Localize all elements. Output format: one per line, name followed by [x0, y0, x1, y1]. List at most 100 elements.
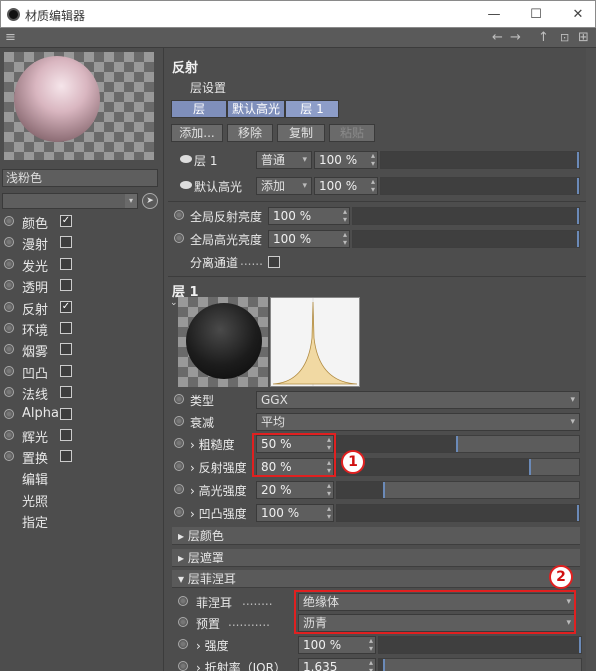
spinner-icon[interactable]: ▴ ▾ [343, 208, 347, 224]
strength-slider[interactable] [378, 636, 582, 654]
spinner-icon[interactable]: ▴ ▾ [369, 659, 373, 671]
channel-checkbox[interactable] [60, 386, 72, 398]
animate-dot-icon[interactable] [174, 233, 184, 243]
maximize-button[interactable]: ☐ [521, 5, 551, 25]
type-select[interactable]: GGX ▾ [256, 391, 580, 409]
layer-opacity-field[interactable]: 100 % ▴ ▾ [314, 177, 378, 195]
channel-item[interactable]: 颜色 ✓ [0, 212, 162, 232]
spinner-icon[interactable]: ▴ ▾ [327, 505, 331, 521]
hamburger-icon[interactable]: ≡ [5, 30, 16, 46]
channel-item[interactable]: 烟雾 [0, 340, 162, 360]
material-preview[interactable] [4, 52, 154, 160]
animate-dot-icon[interactable] [178, 596, 188, 606]
channel-item[interactable]: 置换 [0, 447, 162, 467]
forward-arrow-icon[interactable]: → [510, 30, 521, 46]
roughness-slider[interactable] [336, 435, 580, 453]
global-spec-slider[interactable] [352, 230, 580, 248]
chevron-down-icon[interactable]: ⌄ [170, 298, 178, 308]
material-name-field[interactable]: 浅粉色 [2, 169, 158, 187]
strength-value: 100 % [303, 638, 342, 652]
channel-checkbox[interactable] [60, 408, 72, 420]
copy-button[interactable]: 复制 [277, 124, 325, 142]
channel-checkbox[interactable]: ✓ [60, 301, 72, 313]
ior-field[interactable]: 1.635 ▴ ▾ [298, 658, 376, 671]
up-arrow-icon[interactable]: ↑ [538, 30, 549, 46]
animate-dot-icon[interactable] [174, 394, 184, 404]
channel-item[interactable]: 凹凸 [0, 362, 162, 382]
edit-item[interactable]: 编辑 [22, 469, 48, 488]
vertical-scrollbar[interactable] [586, 48, 596, 671]
channel-checkbox[interactable] [60, 236, 72, 248]
channel-checkbox[interactable]: ✓ [60, 215, 72, 227]
channel-item[interactable]: 法线 [0, 383, 162, 403]
global-reflect-slider[interactable] [352, 207, 580, 225]
pointer-icon[interactable]: ➤ [142, 193, 158, 209]
channel-item[interactable]: 环境 [0, 319, 162, 339]
specular-strength-field[interactable]: 20 % ▴ ▾ [256, 481, 334, 499]
group-layer-color[interactable]: ▸ 层颜色 [172, 527, 580, 545]
specular-strength-slider[interactable] [336, 481, 580, 499]
channel-item[interactable]: 透明 [0, 276, 162, 296]
channel-checkbox[interactable] [60, 343, 72, 355]
add-button[interactable]: 添加... [171, 124, 223, 142]
lock-icon[interactable]: ⊡ [560, 30, 569, 46]
new-panel-icon[interactable]: ⊞ [578, 30, 589, 46]
channel-checkbox[interactable] [60, 365, 72, 377]
spinner-icon[interactable]: ▴ ▾ [327, 482, 331, 498]
bump-strength-field[interactable]: 100 % ▴ ▾ [256, 504, 334, 522]
group-layer-mask[interactable]: ▸ 层遮罩 [172, 549, 580, 567]
lighting-item[interactable]: 光照 [22, 491, 48, 510]
back-arrow-icon[interactable]: ← [492, 30, 503, 46]
channel-checkbox[interactable] [60, 258, 72, 270]
blend-mode-select[interactable]: 添加 ▾ [256, 177, 312, 195]
layer-opacity-slider[interactable] [380, 177, 580, 195]
spinner-icon[interactable]: ▴ ▾ [371, 178, 375, 194]
close-button[interactable]: ✕ [563, 5, 593, 25]
reflection-strength-slider[interactable] [336, 458, 580, 476]
global-reflect-field[interactable]: 100 % ▴ ▾ [268, 207, 350, 225]
ior-slider[interactable] [378, 658, 582, 671]
layer-opacity-field[interactable]: 100 % ▴ ▾ [314, 151, 378, 169]
animate-dot-icon[interactable] [178, 617, 188, 627]
layer-opacity-slider[interactable] [380, 151, 580, 169]
channel-item[interactable]: Alpha [0, 405, 162, 425]
attenuation-select[interactable]: 平均 ▾ [256, 413, 580, 431]
channel-item[interactable]: 漫射 [0, 233, 162, 253]
animate-dot-icon[interactable] [174, 507, 184, 517]
channel-item[interactable]: 反射 ✓ [0, 298, 162, 318]
remove-button[interactable]: 移除 [227, 124, 273, 142]
strength-field[interactable]: 100 % ▴ ▾ [298, 636, 376, 654]
layer-row[interactable]: 层 1 普通 ▾ 100 % ▴ ▾ [172, 150, 582, 170]
separate-pass-checkbox[interactable] [268, 256, 280, 268]
channel-checkbox[interactable] [60, 429, 72, 441]
animate-dot-icon[interactable] [174, 416, 184, 426]
channel-checkbox[interactable] [60, 450, 72, 462]
animate-dot-icon[interactable] [174, 484, 184, 494]
channel-item[interactable]: 辉光 [0, 426, 162, 446]
animate-dot-icon[interactable] [178, 639, 188, 649]
tab-layer-1[interactable]: 层 1 [285, 100, 339, 118]
material-select[interactable]: ▾ [2, 193, 138, 209]
tab-layer[interactable]: 层 [171, 100, 227, 118]
animate-dot-icon[interactable] [174, 210, 184, 220]
bump-strength-slider[interactable] [336, 504, 580, 522]
assign-item[interactable]: 指定 [22, 512, 48, 531]
blend-mode-select[interactable]: 普通 ▾ [256, 151, 312, 169]
group-layer-fresnel[interactable]: ▾ 层菲涅耳 [172, 570, 580, 588]
eye-icon[interactable] [180, 181, 192, 189]
spinner-icon[interactable]: ▴ ▾ [371, 152, 375, 168]
channel-item[interactable]: 发光 [0, 255, 162, 275]
tab-default-specular[interactable]: 默认高光 [227, 100, 285, 118]
channel-checkbox[interactable] [60, 279, 72, 291]
layer-row[interactable]: 默认高光 添加 ▾ 100 % ▴ ▾ [172, 176, 582, 196]
eye-icon[interactable] [180, 155, 192, 163]
animate-dot-icon[interactable] [174, 461, 184, 471]
animate-dot-icon[interactable] [174, 438, 184, 448]
global-spec-field[interactable]: 100 % ▴ ▾ [268, 230, 350, 248]
minimize-button[interactable]: — [479, 5, 509, 25]
spinner-icon[interactable]: ▴ ▾ [343, 231, 347, 247]
paste-button[interactable]: 粘贴 [329, 124, 375, 142]
animate-dot-icon[interactable] [178, 661, 188, 671]
spinner-icon[interactable]: ▴ ▾ [369, 637, 373, 653]
channel-checkbox[interactable] [60, 322, 72, 334]
